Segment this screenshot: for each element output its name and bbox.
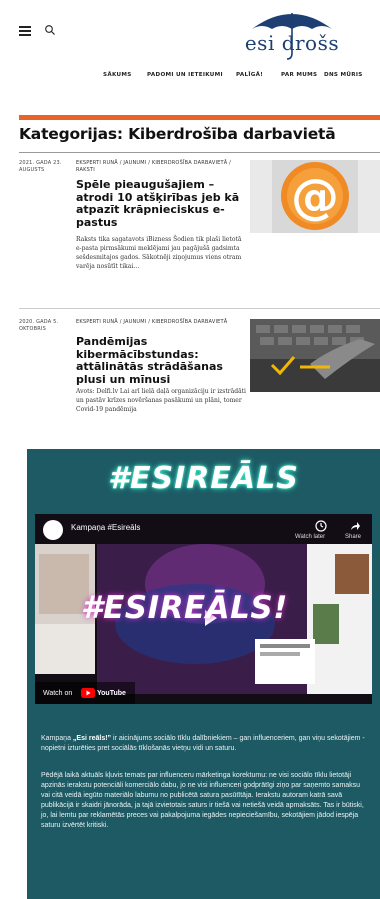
youtube-label: YouTube xyxy=(97,690,126,697)
article-categories[interactable]: EKSPERTI RUNĀ / JAUNUMI / KIBERDROŠĪBA D… xyxy=(76,319,241,326)
article-excerpt: Avots: Delfi.lv Lai arī lielā daļā organ… xyxy=(76,388,246,413)
watch-on-label: Watch on xyxy=(43,690,73,697)
divider xyxy=(19,152,380,153)
article-thumbnail[interactable] xyxy=(250,319,380,392)
article-date: 2020. GADA 5. OKTOBRIS xyxy=(19,319,59,332)
keyboard-check-icon xyxy=(250,319,380,392)
nav-item-par-mums[interactable]: PAR MUMS xyxy=(281,72,317,78)
nav-item-padomi[interactable]: PADOMI UN IETEIKUMI xyxy=(147,72,223,78)
watch-on-youtube-button[interactable]: Watch on YouTube xyxy=(35,682,135,704)
nav-item-paliga[interactable]: PALĪGĀ! xyxy=(236,72,263,78)
youtube-icon xyxy=(81,688,95,698)
campaign-name: „Esi reāls!” xyxy=(72,735,112,742)
site-logo[interactable]: esi drošs xyxy=(244,5,340,61)
logo-text: esi drošs xyxy=(244,31,340,55)
promo-paragraph: Kampaņa „Esi reāls!” ir aicinājums sociā… xyxy=(41,735,365,752)
channel-avatar[interactable] xyxy=(43,520,63,540)
video-title[interactable]: Kampaņa #Esireāls xyxy=(71,523,140,532)
nav-item-dns-muris[interactable]: DNS MŪRIS xyxy=(324,72,363,78)
promo-paragraph: Pēdējā laikā aktuāls kļuvis temats par i… xyxy=(41,772,364,829)
video-overlay-text: #ESIREĀLS! xyxy=(81,590,288,626)
svg-text:@: @ xyxy=(291,169,339,225)
site-header: esi drošs xyxy=(0,0,380,70)
nav-item-sakums[interactable]: SĀKUMS xyxy=(103,72,132,78)
article-card: 2021. GADA 23. AUGUSTS EKSPERTI RUNĀ / J… xyxy=(19,160,380,300)
promo-section: #ESIREĀLS Kampaņa #Esireāls Watch later xyxy=(27,449,380,899)
search-icon[interactable] xyxy=(44,24,56,36)
clock-icon[interactable] xyxy=(315,520,327,532)
menu-icon[interactable] xyxy=(19,26,31,36)
article-thumbnail[interactable]: @ xyxy=(250,160,380,233)
main-nav: SĀKUMS PADOMI UN IETEIKUMI PALĪGĀ! PAR M… xyxy=(0,72,380,82)
article-categories[interactable]: EKSPERTI RUNĀ / JAUNUMI / KIBERDROŠĪBA D… xyxy=(76,160,241,173)
share-label[interactable]: Share xyxy=(345,534,361,540)
article-excerpt: Raksts tika sagatavots iBizness Šodien t… xyxy=(76,236,242,270)
video-embed[interactable]: Kampaņa #Esireāls Watch later Share #ESI… xyxy=(35,514,372,704)
article-title[interactable]: Pandēmijas kibermācībstundas: attālinātā… xyxy=(76,335,241,386)
watch-later-label[interactable]: Watch later xyxy=(295,534,325,540)
accent-bar xyxy=(19,115,380,120)
campaign-logo: #ESIREĀLS xyxy=(108,461,299,496)
article-date: 2021. GADA 23. AUGUSTS xyxy=(19,160,62,173)
at-sign-icon: @ xyxy=(250,160,380,233)
divider xyxy=(19,308,380,309)
article-card: 2020. GADA 5. OKTOBRIS EKSPERTI RUNĀ / J… xyxy=(19,319,380,413)
page-title: Kategorijas: Kiberdrošība darbavietā xyxy=(19,125,336,143)
share-icon[interactable] xyxy=(349,520,361,532)
article-title[interactable]: Spēle pieaugušajiem – atrodi 10 atšķirīb… xyxy=(76,178,241,229)
